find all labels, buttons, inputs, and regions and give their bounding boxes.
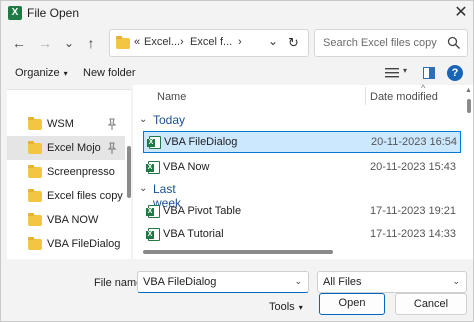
search-placeholder: Search Excel files copy xyxy=(323,37,437,49)
vertical-scrollbar[interactable]: ▲ xyxy=(465,85,473,259)
view-dropdown-icon[interactable]: ▾ xyxy=(403,66,407,75)
excel-file-icon xyxy=(147,136,161,149)
excel-file-icon xyxy=(146,228,160,241)
file-date-modified: 17-11-2023 19:21 xyxy=(370,205,457,217)
sidebar-item-screenpresso[interactable]: Screenpresso xyxy=(7,160,125,184)
column-header-row: Name ^ Date modified xyxy=(133,83,465,107)
navigation-scrollbar[interactable] xyxy=(127,90,131,260)
folder-icon xyxy=(28,117,42,130)
address-dropdown-button[interactable]: ⌄ xyxy=(268,34,278,48)
horizontal-scrollbar[interactable] xyxy=(143,249,461,255)
close-button[interactable]: ✕ xyxy=(451,3,471,23)
group-label: Today xyxy=(153,113,186,127)
chevron-down-icon: ⌄ xyxy=(139,114,148,125)
address-bar[interactable]: « Excel... › Excel f... › ⌄ ↻ xyxy=(109,29,309,57)
open-button[interactable]: Open xyxy=(319,293,385,315)
file-name: VBA Tutorial xyxy=(163,228,224,240)
excel-icon: X xyxy=(8,6,22,20)
breadcrumb-separator[interactable]: › xyxy=(180,36,184,48)
file-list: Name ^ Date modified ⌄ Today VBA FileDia… xyxy=(133,83,473,259)
breadcrumb-excel-files[interactable]: Excel f... xyxy=(190,36,232,48)
column-divider[interactable] xyxy=(365,87,366,105)
pin-icon xyxy=(107,118,117,130)
folder-icon xyxy=(28,141,42,154)
sidebar-item-excel-mojo[interactable]: Excel Mojo xyxy=(7,136,125,160)
refresh-button[interactable]: ↻ xyxy=(288,35,299,51)
tools-button[interactable]: Tools ▾ xyxy=(269,301,303,313)
pin-icon xyxy=(107,142,117,154)
file-name: VBA FileDialog xyxy=(164,136,238,148)
window-title: File Open xyxy=(27,6,80,20)
sidebar-item-label: Excel Mojo xyxy=(47,142,101,154)
file-name-input[interactable]: VBA FileDialog ⌄ xyxy=(137,271,309,293)
breadcrumb-excel[interactable]: Excel... xyxy=(144,36,180,48)
sidebar-item-vba-now[interactable]: VBA NOW xyxy=(7,208,125,232)
scroll-up-icon[interactable]: ▲ xyxy=(465,87,472,94)
organize-button[interactable]: Organize ▾ xyxy=(15,67,68,79)
file-row-vba-filedialog[interactable]: VBA FileDialog 20-11-2023 16:54 xyxy=(143,131,461,153)
folder-icon xyxy=(116,36,130,49)
breadcrumb-separator[interactable]: › xyxy=(238,36,242,48)
navigation-pane: WSM Excel Mojo Screenpresso Excel files … xyxy=(7,89,131,259)
file-date-modified: 20-11-2023 16:54 xyxy=(371,136,458,148)
folder-icon xyxy=(28,213,42,226)
scrollbar-thumb[interactable] xyxy=(127,146,131,198)
excel-file-icon xyxy=(146,205,160,218)
organize-label: Organize xyxy=(15,67,60,79)
sidebar-item-label: Screenpresso xyxy=(47,166,115,178)
sidebar-item-excel-files-copy[interactable]: Excel files copy xyxy=(7,184,125,208)
view-options-icon[interactable] xyxy=(385,67,399,79)
sidebar-item-label: VBA FileDialog xyxy=(47,238,121,250)
new-folder-button[interactable]: New folder xyxy=(83,67,136,79)
file-name: VBA Pivot Table xyxy=(163,205,242,217)
tools-label: Tools xyxy=(269,301,295,313)
file-row-vba-now[interactable]: VBA Now 20-11-2023 15:43 xyxy=(143,157,461,179)
folder-icon xyxy=(28,165,42,178)
up-folder-button[interactable]: ↑ xyxy=(81,33,101,53)
cancel-button[interactable]: Cancel xyxy=(395,293,467,315)
folder-icon xyxy=(28,237,42,250)
scrollbar-thumb[interactable] xyxy=(143,250,333,254)
chevron-down-icon: ⌄ xyxy=(452,276,460,286)
chevron-down-icon: ▾ xyxy=(63,69,68,78)
back-button[interactable]: ← xyxy=(9,33,29,53)
sidebar-item-vba-filedialog[interactable]: VBA FileDialog xyxy=(7,232,125,256)
search-box[interactable]: Search Excel files copy xyxy=(314,29,468,57)
file-type-select[interactable]: All Files ⌄ xyxy=(317,271,467,293)
title-bar: X File Open ✕ xyxy=(1,1,473,25)
file-date-modified: 20-11-2023 15:43 xyxy=(370,161,457,173)
help-icon[interactable]: ? xyxy=(447,65,463,81)
forward-button[interactable]: → xyxy=(35,33,55,53)
file-date-modified: 17-11-2023 14:33 xyxy=(370,228,457,240)
file-type-value: All Files xyxy=(323,276,362,288)
sidebar-item-label: WSM xyxy=(47,118,74,130)
excel-file-icon xyxy=(146,161,160,174)
breadcrumb-overflow[interactable]: « xyxy=(134,36,140,48)
navigation-bar: ← → ⌄ ↑ « Excel... › Excel f... › ⌄ ↻ Se… xyxy=(1,27,473,61)
chevron-down-icon: ⌄ xyxy=(139,183,148,194)
scrollbar-thumb[interactable] xyxy=(467,99,471,113)
recent-locations-button[interactable]: ⌄ xyxy=(59,33,79,53)
preview-pane-icon[interactable] xyxy=(423,67,435,79)
command-bar: Organize ▾ New folder ▾ ? xyxy=(1,63,473,85)
sidebar-item-label: Excel files copy xyxy=(47,190,123,202)
file-name-value[interactable]: VBA FileDialog xyxy=(143,276,216,288)
sidebar-item-label: VBA NOW xyxy=(47,214,99,226)
folder-icon xyxy=(28,189,42,202)
file-open-dialog: X File Open ✕ ← → ⌄ ↑ « Excel... › Excel… xyxy=(0,0,474,322)
file-row-vba-tutorial[interactable]: VBA Tutorial 17-11-2023 14:33 xyxy=(143,224,461,246)
chevron-down-icon[interactable]: ⌄ xyxy=(294,276,302,287)
file-row-vba-pivot-table[interactable]: VBA Pivot Table 17-11-2023 19:21 xyxy=(143,201,461,223)
column-header-name[interactable]: Name xyxy=(157,91,186,103)
file-name: VBA Now xyxy=(163,161,210,173)
sidebar-item-wsm[interactable]: WSM xyxy=(7,112,125,136)
chevron-down-icon: ▾ xyxy=(298,303,303,312)
search-icon xyxy=(447,36,460,49)
column-header-date-modified[interactable]: Date modified xyxy=(370,91,438,103)
dialog-footer: File name: VBA FileDialog ⌄ All Files ⌄ … xyxy=(1,261,473,321)
